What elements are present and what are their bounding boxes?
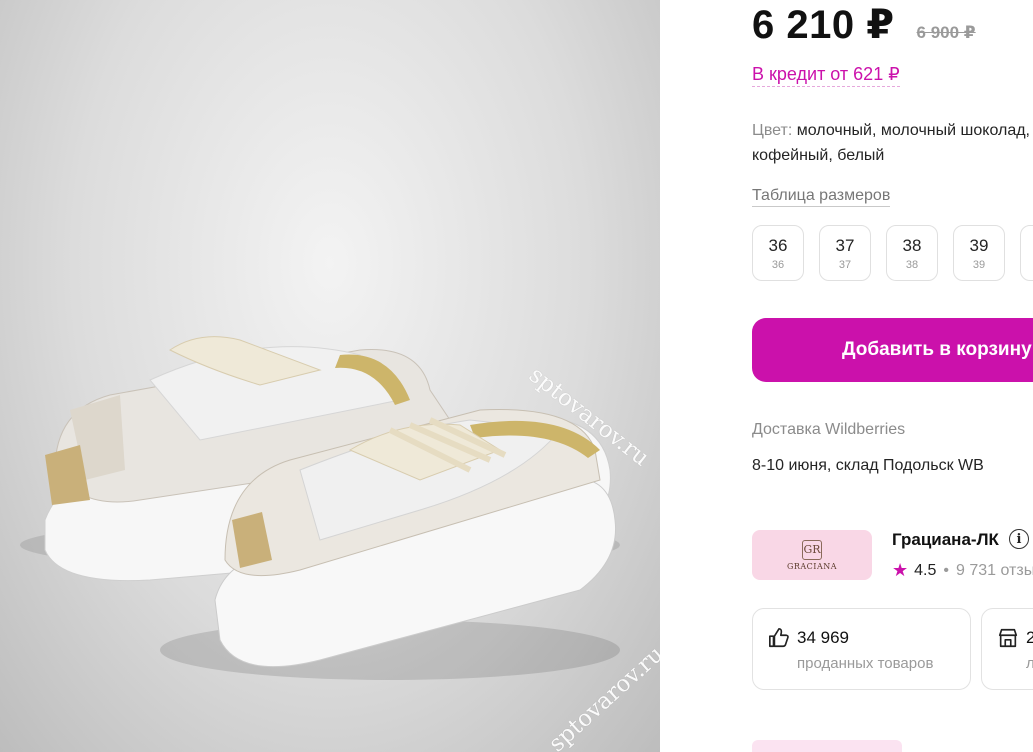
credit-link[interactable]: В кредит от 621 ₽ (752, 64, 900, 87)
size-option[interactable]: 39 39 (953, 225, 1005, 281)
seller-name[interactable]: Грациана-ЛК (892, 530, 999, 550)
sold-count: 34 969 (797, 628, 849, 647)
old-price: 6 900 ₽ (916, 23, 976, 42)
size-ru: 39 (972, 258, 986, 271)
current-price: 6 210 ₽ (752, 3, 895, 47)
size-value: 36 (768, 235, 788, 255)
size-option[interactable]: 37 37 (819, 225, 871, 281)
thumbs-up-icon (769, 628, 789, 648)
color-info: Цвет: молочный, молочный шоколад, кофейн… (752, 118, 1033, 168)
size-option[interactable]: 38 38 (886, 225, 938, 281)
rating-value: 4.5 (914, 561, 937, 579)
product-info-panel: 6 210 ₽ 6 900 ₽ В кредит от 621 ₽ Цвет: … (752, 0, 1033, 752)
add-to-cart-button[interactable]: Добавить в корзину (752, 318, 1033, 382)
size-value: 37 (835, 235, 855, 255)
size-selector: 36 36 37 37 38 38 39 39 (752, 225, 1033, 281)
delivery-title: Доставка Wildberries (752, 421, 906, 438)
size-option-partial[interactable] (1020, 225, 1033, 281)
sneakers-illustration (20, 336, 620, 680)
sold-caption: проданных товаров (797, 655, 934, 672)
sold-count-card: 34 969 проданных товаров (752, 608, 971, 690)
color-label: Цвет: (752, 122, 793, 139)
seller-emblem: GR (802, 539, 822, 560)
size-ru: 37 (838, 258, 852, 271)
size-value: 38 (902, 235, 922, 255)
store-stat-value: 2 (1026, 628, 1033, 647)
store-icon (998, 628, 1018, 648)
color-value: молочный, молочный шоколад, кофейный, бе… (752, 122, 1030, 164)
size-ru: 38 (905, 258, 919, 271)
star-icon: ★ (892, 560, 909, 580)
product-photo[interactable]: sptovarov.ru sptovarov.ru (0, 0, 660, 752)
seller-logo[interactable]: GR GRACIANA (752, 530, 872, 580)
size-ru: 36 (771, 258, 785, 271)
size-option[interactable]: 36 36 (752, 225, 804, 281)
seller-logo-text: GRACIANA (786, 561, 838, 571)
store-card: 2 л (981, 608, 1033, 690)
price-row: 6 210 ₽ 6 900 ₽ (752, 2, 976, 48)
store-stat-caption: л (1026, 655, 1033, 672)
separator-dot: • (943, 561, 949, 579)
seller-rating: ★ 4.5 • 9 731 отзыв (892, 560, 1033, 581)
size-table-link[interactable]: Таблица размеров (752, 187, 891, 207)
bottom-button-partial[interactable] (752, 740, 902, 752)
reviews-count[interactable]: 9 731 отзыв (956, 562, 1033, 580)
size-value: 39 (969, 235, 989, 255)
info-icon[interactable]: i (1009, 529, 1029, 549)
delivery-date: 8-10 июня, склад Подольск WB (752, 457, 984, 474)
